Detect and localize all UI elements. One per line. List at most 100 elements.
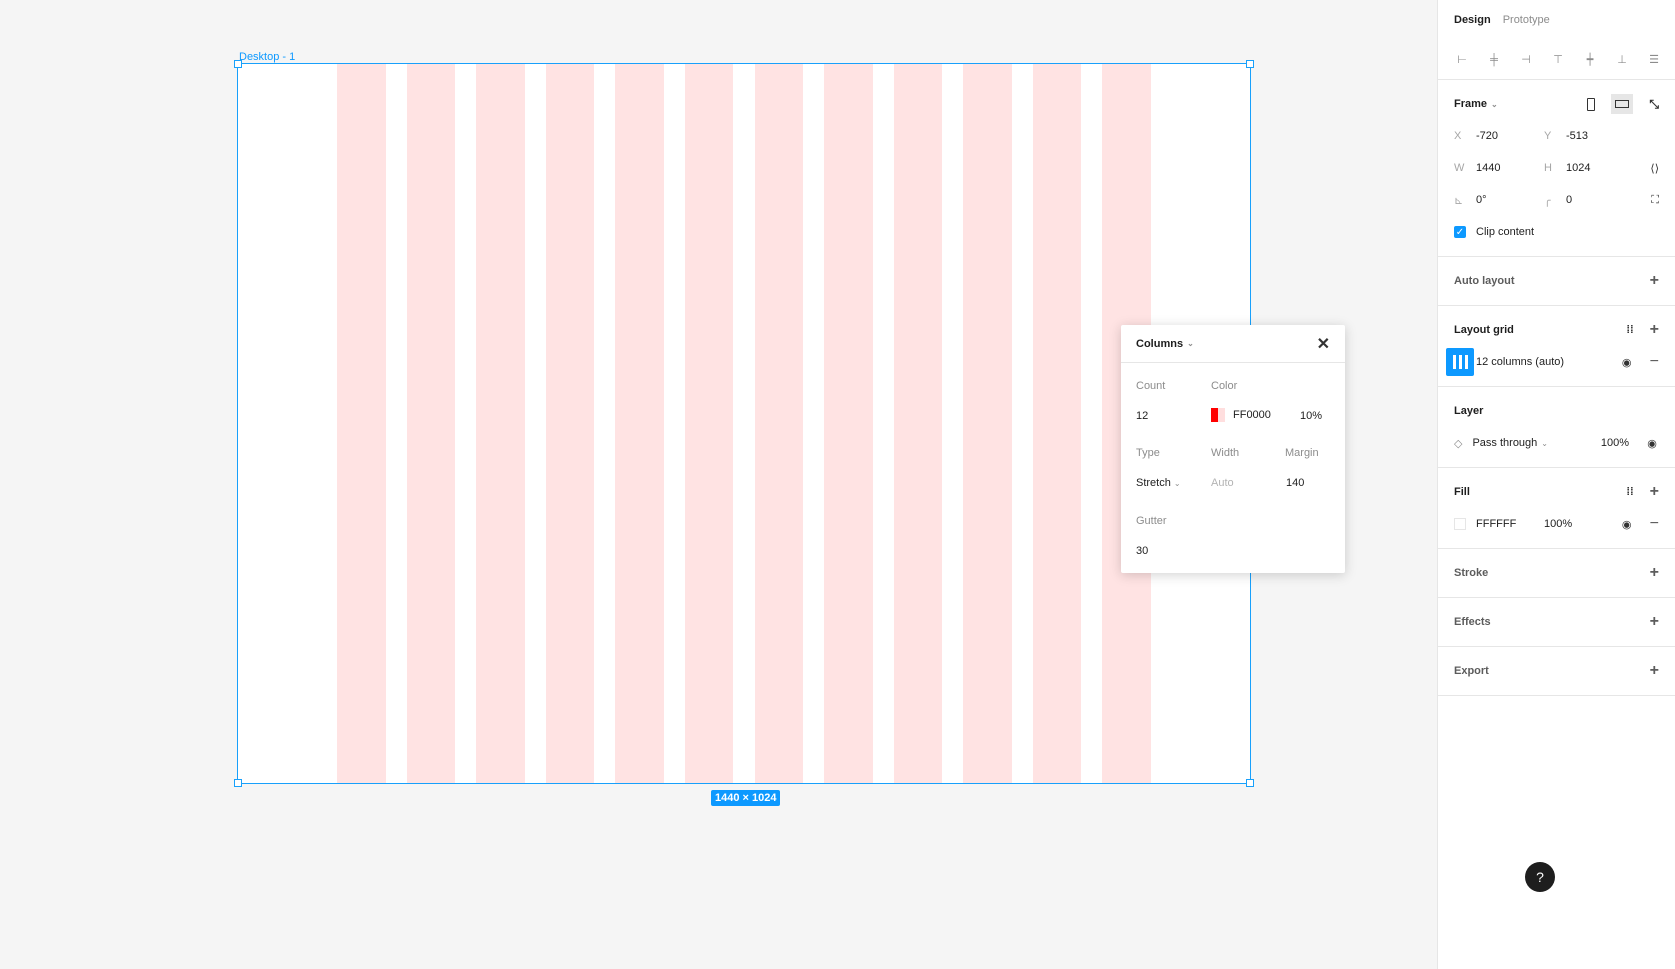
y-label: Y xyxy=(1544,130,1552,142)
gutter-input[interactable]: 30 xyxy=(1136,545,1148,557)
constrain-proportions-icon[interactable]: ⟨⟩ xyxy=(1650,162,1659,175)
color-input[interactable]: FF0000 xyxy=(1211,408,1271,422)
align-right-icon[interactable]: ⊣ xyxy=(1514,48,1538,72)
export-title: Export xyxy=(1454,665,1489,677)
effects-section: Effects + xyxy=(1438,598,1675,647)
resize-handle-tr[interactable] xyxy=(1246,60,1254,68)
x-label: X xyxy=(1454,130,1462,142)
grid-column xyxy=(963,64,1012,783)
tab-prototype[interactable]: Prototype xyxy=(1503,14,1550,26)
layout-grid-item[interactable]: 12 columns (auto) ◉ − xyxy=(1438,346,1675,378)
count-input[interactable]: 12 xyxy=(1136,410,1148,422)
layer-opacity-input[interactable]: 100% xyxy=(1601,437,1629,449)
type-select[interactable]: Stretch ⌄ xyxy=(1136,477,1181,489)
w-label: W xyxy=(1454,162,1465,174)
independent-corners-icon[interactable]: ⛶ xyxy=(1651,194,1659,207)
frame-title[interactable]: Frame xyxy=(1454,98,1487,110)
panel-tabs: Design Prototype xyxy=(1438,0,1675,40)
properties-panel: Design Prototype ⊢ ╪ ⊣ ⊤ ┿ ⊥ ☰ Frame ⌄ ⤡… xyxy=(1437,0,1675,969)
eye-icon[interactable]: ◉ xyxy=(1645,436,1659,450)
type-value[interactable]: Stretch xyxy=(1136,477,1171,489)
radius-input[interactable]: 0 xyxy=(1566,194,1572,206)
distribute-icon[interactable]: ☰ xyxy=(1642,48,1666,72)
grid-column xyxy=(754,64,804,783)
layer-section: Layer ◇ Pass through ⌄ 100% ◉ xyxy=(1438,387,1675,468)
auto-layout-section: Auto layout + xyxy=(1438,257,1675,306)
close-icon[interactable]: ✕ xyxy=(1317,334,1330,354)
clip-content-label: Clip content xyxy=(1476,226,1535,238)
grid-column xyxy=(824,64,873,783)
chevron-down-icon[interactable]: ⌄ xyxy=(1174,479,1181,488)
rotation-input[interactable]: 0° xyxy=(1476,194,1487,206)
fill-swatch[interactable] xyxy=(1454,518,1466,530)
layout-grid-title: Layout grid xyxy=(1454,324,1514,336)
add-layout-grid-icon[interactable]: + xyxy=(1650,322,1659,338)
blend-mode-select[interactable]: Pass through xyxy=(1472,437,1537,449)
align-vertical-center-icon[interactable]: ┿ xyxy=(1578,48,1602,72)
color-swatch-icon[interactable] xyxy=(1211,408,1225,422)
columns-grid-icon[interactable] xyxy=(1446,348,1474,376)
color-hex[interactable]: FF0000 xyxy=(1233,409,1271,421)
grid-column xyxy=(337,64,386,783)
align-left-icon[interactable]: ⊢ xyxy=(1450,48,1474,72)
count-label: Count xyxy=(1136,380,1166,392)
export-section: Export + xyxy=(1438,647,1675,696)
resize-handle-bl[interactable] xyxy=(234,779,242,787)
resize-handle-tl[interactable] xyxy=(234,60,242,68)
stroke-section: Stroke + xyxy=(1438,549,1675,598)
grid-column xyxy=(476,64,525,783)
clip-content-checkbox[interactable]: ✓ xyxy=(1454,226,1466,238)
blend-mode-icon: ◇ xyxy=(1454,437,1463,450)
rotation-icon: ⊾ xyxy=(1454,194,1464,207)
h-label: H xyxy=(1544,162,1552,174)
grid-styles-icon[interactable]: ⁞⁞ xyxy=(1626,324,1633,336)
align-bottom-icon[interactable]: ⊥ xyxy=(1610,48,1634,72)
fill-styles-icon[interactable]: ⁞⁞ xyxy=(1626,486,1633,498)
eye-icon[interactable]: ◉ xyxy=(1620,355,1634,369)
eye-icon[interactable]: ◉ xyxy=(1620,517,1634,531)
frame-desktop[interactable] xyxy=(237,63,1251,784)
h-input[interactable]: 1024 xyxy=(1566,162,1590,174)
tab-design[interactable]: Design xyxy=(1454,14,1491,26)
margin-input[interactable]: 140 xyxy=(1286,477,1304,489)
chevron-down-icon[interactable]: ⌄ xyxy=(1541,439,1548,448)
landscape-icon[interactable] xyxy=(1611,94,1634,114)
remove-grid-icon[interactable]: − xyxy=(1650,354,1659,370)
color-opacity-input[interactable]: 10% xyxy=(1300,410,1322,422)
layout-grid-item-label[interactable]: 12 columns (auto) xyxy=(1476,356,1564,368)
add-fill-icon[interactable]: + xyxy=(1650,484,1659,500)
dimensions-badge: 1440 × 1024 xyxy=(711,790,781,806)
fill-color-input[interactable]: FFFFFF xyxy=(1476,518,1544,530)
x-input[interactable]: -720 xyxy=(1476,130,1498,142)
resize-to-fit-icon[interactable]: ⤡ xyxy=(1649,97,1659,112)
layout-grid-section: Layout grid ⁞⁞ + 12 columns (auto) ◉ − xyxy=(1438,306,1675,387)
width-label: Width xyxy=(1211,447,1240,459)
w-input[interactable]: 1440 xyxy=(1476,162,1500,174)
grid-column xyxy=(545,64,595,783)
resize-handle-br[interactable] xyxy=(1246,779,1254,787)
add-stroke-icon[interactable]: + xyxy=(1650,565,1659,581)
grid-column xyxy=(406,64,456,783)
chevron-down-icon[interactable]: ⌄ xyxy=(1187,339,1194,348)
add-export-icon[interactable]: + xyxy=(1650,663,1659,679)
frame-label[interactable]: Desktop - 1 xyxy=(239,51,295,63)
fill-section: Fill ⁞⁞ + FFFFFF 100% ◉ − xyxy=(1438,468,1675,549)
y-input[interactable]: -513 xyxy=(1566,130,1588,142)
popup-title[interactable]: Columns xyxy=(1136,338,1183,350)
help-button[interactable]: ? xyxy=(1525,862,1555,892)
align-horizontal-center-icon[interactable]: ╪ xyxy=(1482,48,1506,72)
grid-column xyxy=(893,64,943,783)
add-effect-icon[interactable]: + xyxy=(1650,614,1659,630)
width-input[interactable]: Auto xyxy=(1211,477,1234,489)
fill-opacity-input[interactable]: 100% xyxy=(1544,518,1572,530)
effects-title: Effects xyxy=(1454,616,1491,628)
chevron-down-icon[interactable]: ⌄ xyxy=(1491,100,1498,109)
add-auto-layout-icon[interactable]: + xyxy=(1650,273,1659,289)
align-top-icon[interactable]: ⊤ xyxy=(1546,48,1570,72)
corner-radius-icon: ╭ xyxy=(1544,194,1551,207)
portrait-icon[interactable] xyxy=(1587,97,1596,111)
remove-fill-icon[interactable]: − xyxy=(1650,516,1659,532)
color-label: Color xyxy=(1211,380,1238,392)
columns-popup: Columns ⌄ ✕ Count Color 12 FF0000 10% Ty… xyxy=(1121,325,1345,573)
grid-column xyxy=(684,64,734,783)
